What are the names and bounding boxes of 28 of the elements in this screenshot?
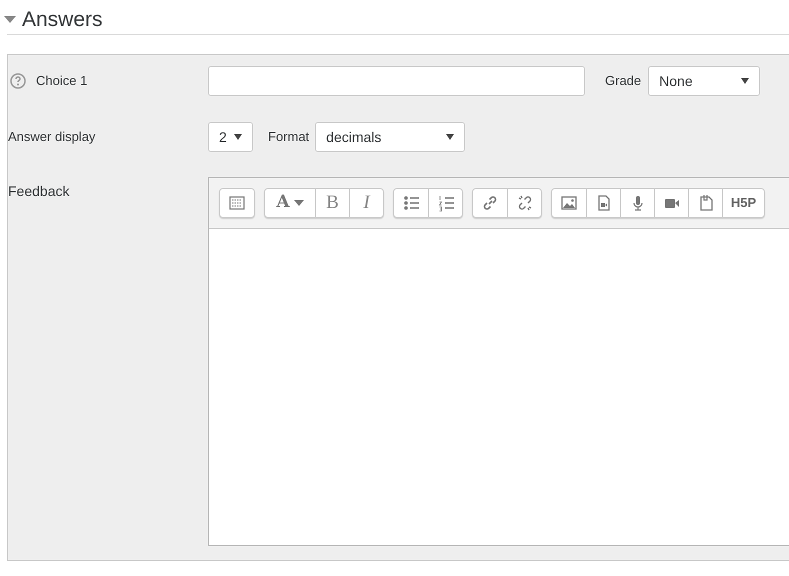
grade-label: Grade xyxy=(605,72,642,90)
bold-icon: B xyxy=(326,188,339,218)
answer-display-select[interactable]: 2 xyxy=(208,122,253,152)
caret-icon xyxy=(741,78,750,84)
h5p-icon: H5P xyxy=(730,193,756,213)
format-label: Format xyxy=(268,128,310,146)
italic-icon: I xyxy=(363,188,370,218)
toolbar-button[interactable]: B xyxy=(315,189,349,217)
answer-display-label: Answer display xyxy=(8,128,96,146)
link-icon xyxy=(481,194,499,212)
format-select[interactable]: decimals xyxy=(315,122,466,152)
bullet-list-icon xyxy=(402,194,420,212)
toolbar-button[interactable]: I xyxy=(349,189,383,217)
toolbar-toggle-icon xyxy=(228,194,246,212)
caret-icon xyxy=(446,134,454,140)
toolbar-button[interactable]: H5P xyxy=(722,189,764,217)
choice-input[interactable] xyxy=(208,66,585,96)
feedback-label: Feedback xyxy=(8,182,70,201)
toolbar-button[interactable]: A xyxy=(265,189,315,217)
image-icon xyxy=(560,194,578,212)
caret-icon xyxy=(4,16,16,24)
numbered-list-icon xyxy=(436,194,454,212)
collapse-toggle[interactable] xyxy=(4,16,16,24)
section-title: Answers xyxy=(22,7,103,34)
choice-label: Choice 1 xyxy=(36,72,88,90)
grade-select[interactable]: None xyxy=(648,66,760,96)
caret-icon xyxy=(234,134,242,140)
help-icon[interactable] xyxy=(10,73,26,89)
